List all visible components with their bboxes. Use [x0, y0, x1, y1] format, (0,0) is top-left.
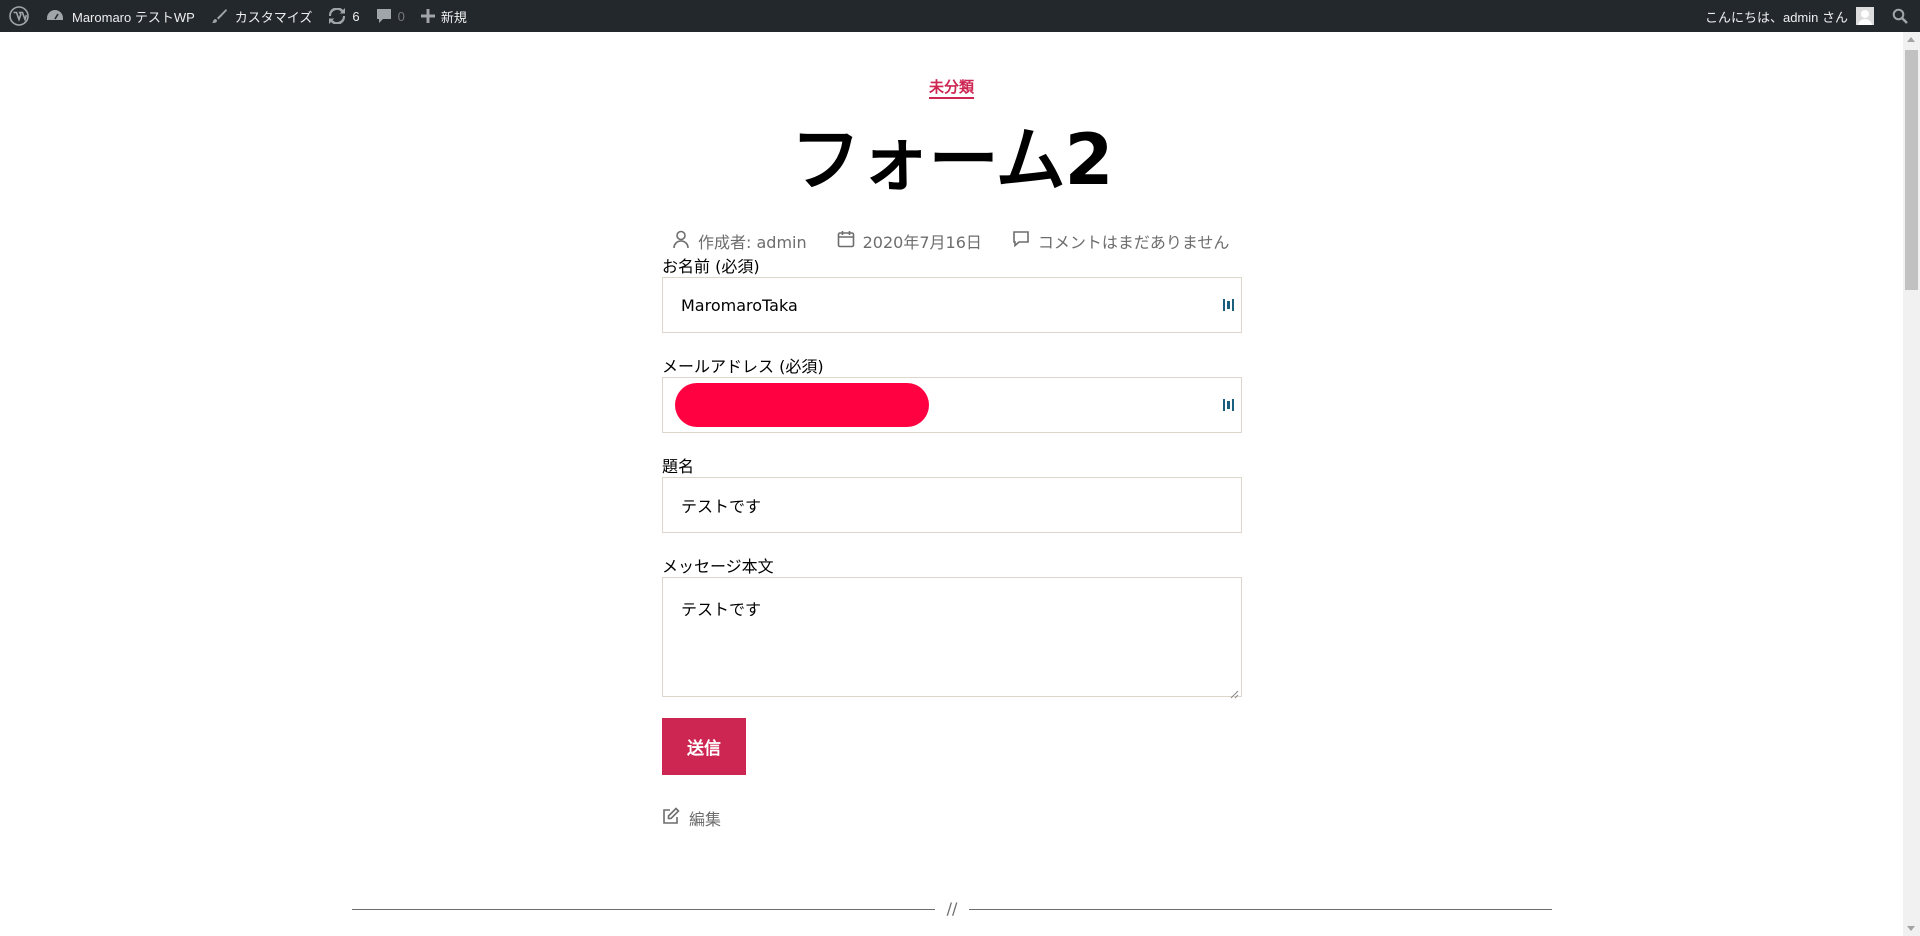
- customize-menu[interactable]: カスタマイズ: [203, 0, 321, 32]
- updates-count: 6: [352, 8, 360, 24]
- lastpass-icon[interactable]: [1223, 297, 1235, 313]
- brush-icon: [211, 8, 227, 24]
- my-account-menu[interactable]: こんにちは、admin さん: [1697, 0, 1882, 32]
- dashboard-icon: [46, 8, 64, 24]
- new-content-menu[interactable]: 新規: [413, 0, 475, 32]
- comments-menu[interactable]: 0: [368, 0, 413, 32]
- edit-icon: [662, 807, 689, 829]
- section-separator: //: [352, 899, 1552, 918]
- customize-label: カスタマイズ: [234, 9, 313, 25]
- site-name: Maromaro テストWP: [72, 9, 195, 25]
- comments-link[interactable]: コメントはまだありません: [1038, 229, 1230, 253]
- name-field[interactable]: MaromaroTaka: [662, 277, 1242, 333]
- post-category: 未分類: [0, 76, 1903, 99]
- subject-label: 題名: [662, 457, 695, 476]
- comment-bubble-icon: [1012, 230, 1038, 252]
- plus-icon: [420, 9, 435, 23]
- updates-menu[interactable]: 6: [320, 0, 367, 32]
- admin-bar: Maromaro テストWP カスタマイズ 6 0 新規 こんにちは、admin…: [0, 0, 1920, 32]
- separator-line-left: [352, 909, 935, 910]
- date-link[interactable]: 2020年7月16日: [863, 229, 982, 253]
- user-icon: [672, 229, 698, 253]
- site-name-menu[interactable]: Maromaro テストWP: [38, 0, 203, 32]
- page-scrollbar[interactable]: [1903, 32, 1920, 936]
- message-textarea[interactable]: テストです: [662, 577, 1242, 699]
- post-date: 2020年7月16日: [837, 229, 982, 253]
- name-value: MaromaroTaka: [681, 295, 798, 315]
- comments-count: 0: [397, 8, 405, 24]
- author-link[interactable]: 作成者: admin: [698, 229, 807, 253]
- edit-link[interactable]: 編集: [662, 806, 721, 830]
- search-icon: [1892, 8, 1908, 24]
- redaction-mark: [675, 383, 929, 427]
- scroll-down-arrow-icon[interactable]: [1907, 926, 1915, 931]
- scroll-thumb[interactable]: [1905, 50, 1918, 290]
- email-label: メールアドレス (必須): [662, 357, 824, 376]
- resize-handle-icon[interactable]: [1229, 684, 1239, 699]
- calendar-icon: [837, 230, 863, 252]
- separator-line-right: [969, 909, 1552, 910]
- subject-value: テストです: [681, 497, 762, 516]
- page-title: フォーム2: [790, 119, 1114, 201]
- scroll-up-arrow-icon[interactable]: [1907, 37, 1915, 42]
- name-label: お名前 (必須): [662, 257, 760, 276]
- message-value: テストです: [681, 600, 762, 619]
- subject-field[interactable]: テストです: [662, 477, 1242, 533]
- email-field[interactable]: [662, 377, 1242, 433]
- message-label: メッセージ本文: [662, 557, 774, 576]
- avatar: [1856, 7, 1874, 25]
- separator-mark: //: [946, 899, 958, 918]
- post-comments: コメントはまだありません: [1012, 229, 1230, 253]
- admin-search[interactable]: [1882, 0, 1920, 32]
- post-author: 作成者: admin: [672, 229, 807, 253]
- lastpass-icon[interactable]: [1223, 397, 1235, 413]
- category-link[interactable]: 未分類: [928, 78, 974, 99]
- updates-icon: [328, 8, 346, 24]
- submit-button[interactable]: 送信: [662, 718, 746, 775]
- comment-icon: [376, 8, 392, 24]
- wordpress-logo-icon[interactable]: [0, 0, 38, 32]
- post-meta: 作成者: admin 2020年7月16日 コメントはまだありません: [672, 228, 1259, 254]
- edit-label: 編集: [689, 810, 722, 829]
- new-label: 新規: [440, 9, 467, 25]
- greeting-text: こんにちは、admin さん: [1704, 9, 1848, 25]
